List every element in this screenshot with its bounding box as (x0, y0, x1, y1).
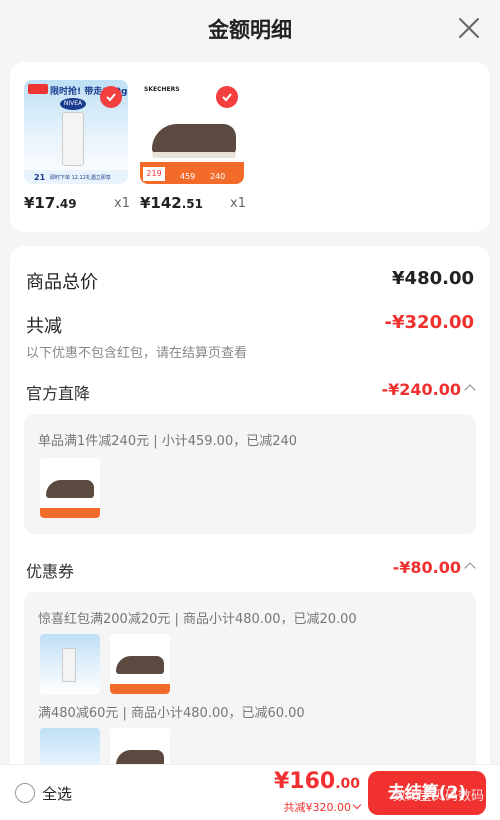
official-discount-desc: 单品满1件减240元 | 小计459.00，已减240 (38, 434, 298, 449)
skechers-shoe-image: SKECHERS 219 459 240 (140, 80, 244, 184)
official-discount-panel: 单品满1件减240元 | 小计459.00，已减240 (24, 414, 476, 534)
product-item[interactable]: SKECHERS 219 459 240 ¥142.51 x1 (140, 80, 246, 212)
close-icon[interactable] (458, 17, 480, 39)
logo-badge (28, 84, 48, 94)
check-icon[interactable] (216, 86, 238, 108)
coupon-panel: 惊喜红包满200减20元 | 商品小计480.00，已减20.00 满480减6… (24, 592, 476, 786)
chevron-down-icon (352, 800, 362, 810)
official-discount-toggle[interactable]: -¥240.00 (381, 380, 476, 399)
discount-label: 共减 (26, 316, 62, 337)
product-qty: x1 (230, 196, 246, 211)
product-card: 限时抢! 带走100g NIVEA 21 即时下单 12.12礼遇立即享 ¥17… (10, 62, 490, 232)
price-details-card: 商品总价 ¥480.00 共减 -¥320.00 以下优惠不包含红包，请在结算页… (10, 246, 490, 786)
tag-value-a: 459 (180, 172, 196, 181)
watermark-text: 数码宝贝码数码 (392, 789, 484, 804)
tube-shape (62, 648, 76, 682)
shoe-shape (116, 656, 164, 674)
select-all-label[interactable]: 全选 (42, 783, 72, 804)
coupon-desc-1: 惊喜红包满200减20元 | 商品小计480.00，已减20.00 (38, 612, 357, 627)
final-total: ¥160.00 (273, 769, 360, 794)
total-label: 商品总价 (26, 272, 98, 293)
product-qty: x1 (114, 196, 130, 211)
page-title: 金额明细 (208, 18, 292, 42)
shoe-thumbnail (110, 634, 170, 694)
nivea-thumbnail (40, 634, 100, 694)
chevron-up-icon (464, 562, 476, 574)
product-price: ¥142.51 (140, 194, 204, 212)
official-discount-value: -¥240.00 (381, 380, 461, 399)
date-badge: 21 (34, 173, 46, 182)
price-tag-bar (110, 684, 170, 694)
official-discount-label: 官方直降 (26, 384, 91, 403)
coupon-toggle[interactable]: -¥80.00 (392, 558, 476, 577)
coupon-label: 优惠券 (26, 562, 75, 581)
discount-note: 以下优惠不包含红包，请在结算页查看 (26, 346, 248, 361)
discount-value: -¥320.00 (384, 312, 474, 333)
tube-shape (62, 112, 84, 166)
shoe-shape (152, 124, 236, 154)
price-tag-bar (40, 508, 100, 518)
tag-price: 219 (143, 167, 165, 181)
coupon-desc-2: 满480减60元 | 商品小计480.00，已减60.00 (38, 706, 305, 721)
chevron-up-icon (464, 384, 476, 396)
shoe-thumbnail (40, 458, 100, 518)
check-icon[interactable] (100, 86, 122, 108)
product-price: ¥17.49 (24, 194, 77, 212)
skechers-logo: SKECHERS (144, 86, 180, 93)
saved-amount[interactable]: 共减¥320.00 (284, 799, 362, 815)
total-value: ¥480.00 (392, 268, 474, 289)
header: 金额明细 (0, 0, 500, 58)
shoe-sole (152, 152, 236, 158)
image-footer-text: 即时下单 12.12礼遇立即享 (50, 175, 111, 181)
checkout-bar: 全选 ¥160.00 共减¥320.00 去结算(2) 数码宝贝码数码 (0, 764, 500, 820)
select-all-radio[interactable] (15, 783, 35, 803)
coupon-value: -¥80.00 (392, 558, 461, 577)
shoe-shape (46, 480, 94, 498)
nivea-logo: NIVEA (60, 98, 86, 110)
product-item[interactable]: 限时抢! 带走100g NIVEA 21 即时下单 12.12礼遇立即享 ¥17… (24, 80, 130, 212)
nivea-product-image: 限时抢! 带走100g NIVEA 21 即时下单 12.12礼遇立即享 (24, 80, 128, 184)
tag-value-b: 240 (210, 172, 226, 181)
